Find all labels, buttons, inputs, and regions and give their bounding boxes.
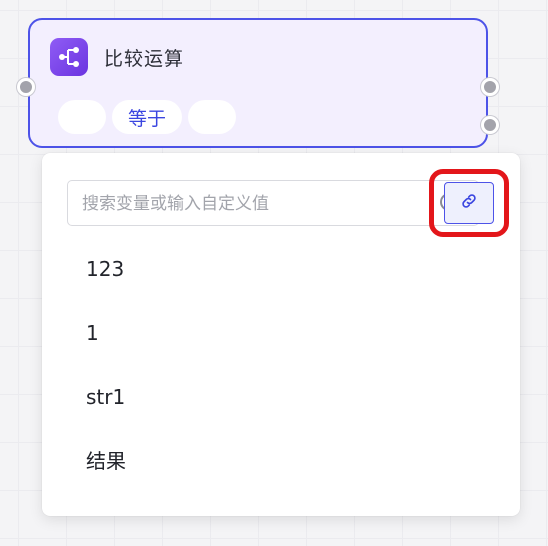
- left-operand-slot[interactable]: [58, 100, 106, 134]
- link-variable-button[interactable]: [444, 182, 494, 224]
- node-header: 比较运算: [50, 38, 184, 76]
- search-input[interactable]: [80, 181, 384, 227]
- variable-dropdown: 123 1 str1 结果: [42, 153, 520, 516]
- output-port-false[interactable]: [481, 116, 499, 134]
- list-item[interactable]: 结果: [42, 429, 520, 493]
- node-title: 比较运算: [104, 47, 185, 70]
- link-icon: [460, 192, 478, 214]
- link-button-highlight: [429, 169, 509, 237]
- input-port[interactable]: [17, 78, 35, 96]
- search-box: [67, 180, 479, 227]
- list-item[interactable]: str1: [42, 365, 520, 429]
- list-item[interactable]: 1: [42, 301, 520, 365]
- option-list: 123 1 str1 结果: [42, 237, 520, 493]
- output-port-true[interactable]: [481, 78, 499, 96]
- right-operand-slot[interactable]: [188, 100, 236, 134]
- branch-icon: [50, 38, 88, 76]
- list-item[interactable]: 123: [42, 237, 520, 301]
- operator-select[interactable]: 等于: [112, 100, 182, 134]
- comparison-node[interactable]: 比较运算 等于: [28, 18, 488, 148]
